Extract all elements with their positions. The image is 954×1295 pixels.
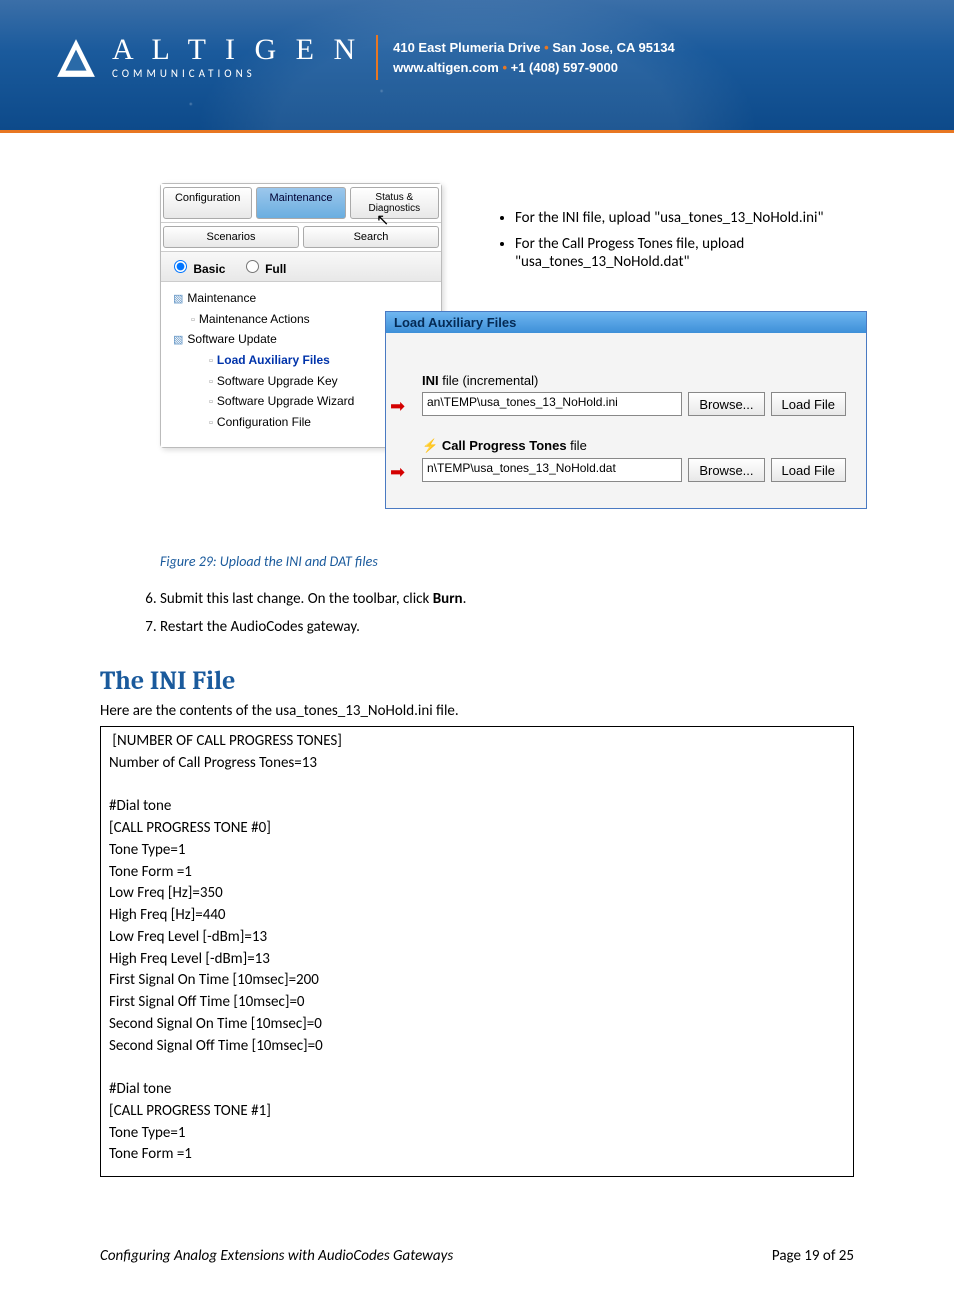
step-6-period: .	[463, 590, 467, 608]
step-6-text: Submit this last change. On the toolbar,…	[160, 590, 433, 608]
ini-load-button[interactable]: Load File	[771, 392, 846, 416]
cpt-bold: Call Progress Tones	[442, 438, 567, 453]
radio-full-label: Full	[265, 262, 286, 276]
figure-29: Configuration Maintenance Status & Diagn…	[100, 183, 854, 543]
tab-configuration[interactable]: Configuration	[163, 187, 252, 219]
aux-panel-title: Load Auxiliary Files	[386, 312, 866, 333]
tab-scenarios[interactable]: Scenarios	[163, 226, 299, 248]
cpt-rest: file	[567, 438, 587, 453]
arrow-icon: ➡	[390, 462, 405, 483]
footer-page: Page 19 of 25	[772, 1247, 854, 1265]
radio-basic-label: Basic	[193, 262, 225, 276]
tree-software-update-label: Software Update	[187, 332, 276, 346]
lightning-icon: ⚡	[422, 438, 438, 453]
figure-caption: Figure 29: Upload the INI and DAT files	[160, 553, 854, 570]
tree-upgrade-wizard-label: Software Upgrade Wizard	[217, 394, 354, 408]
bullet-cpt: For the Call Progess Tones file, upload …	[515, 235, 854, 271]
address-phone: +1 (408) 597-9000	[511, 60, 618, 75]
ini-file-label: INI file (incremental)	[422, 373, 846, 388]
logo-main-text: A L T I G E N	[112, 35, 361, 65]
tab-status-diagnostics[interactable]: Status & Diagnostics	[350, 187, 439, 219]
tree-config-file-label: Configuration File	[217, 415, 311, 429]
bullet-ini: For the INI file, upload "usa_tones_13_N…	[515, 209, 854, 227]
tree-load-aux-label: Load Auxiliary Files	[217, 353, 330, 367]
ini-intro-text: Here are the contents of the usa_tones_1…	[100, 702, 854, 720]
step-7: Restart the AudioCodes gateway.	[160, 618, 854, 636]
logo-sub-text: COMMUNICATIONS	[112, 67, 361, 80]
cpt-file-input[interactable]: n\TEMP\usa_tones_13_NoHold.dat	[422, 458, 682, 482]
tree-maintenance-actions-label: Maintenance Actions	[199, 312, 310, 326]
radio-basic[interactable]: Basic	[169, 262, 225, 276]
ini-code-content: [NUMBER OF CALL PROGRESS TONES] Number o…	[109, 731, 845, 1166]
tab-maintenance[interactable]: Maintenance	[256, 187, 345, 219]
tab-search[interactable]: Search	[303, 226, 439, 248]
address-web: www.altigen.com	[393, 60, 499, 75]
arrow-icon: ➡	[390, 396, 405, 417]
ini-bold: INI	[422, 373, 439, 388]
tree-maintenance-label: Maintenance	[187, 291, 256, 305]
cpt-file-label: ⚡ Call Progress Tones file	[422, 438, 846, 454]
address-street: 410 East Plumeria Drive	[393, 40, 540, 55]
tree-maintenance[interactable]: Maintenance	[169, 288, 433, 309]
address-city: San Jose, CA 95134	[552, 40, 674, 55]
ini-code-box: [NUMBER OF CALL PROGRESS TONES] Number o…	[100, 726, 854, 1177]
cpt-load-button[interactable]: Load File	[771, 458, 846, 482]
instruction-bullets: For the INI file, upload "usa_tones_13_N…	[495, 209, 854, 279]
step-6: Submit this last change. On the toolbar,…	[160, 590, 854, 608]
page-footer: Configuring Analog Extensions with Audio…	[0, 1207, 954, 1295]
numbered-steps: Submit this last change. On the toolbar,…	[100, 590, 854, 636]
cursor-pointer-icon: ↖	[376, 210, 389, 230]
cpt-browse-button[interactable]: Browse...	[688, 458, 764, 482]
footer-title: Configuring Analog Extensions with Audio…	[100, 1247, 453, 1265]
ini-file-heading: The INI File	[100, 666, 854, 696]
header-address: 410 East Plumeria Drive • San Jose, CA 9…	[393, 38, 675, 77]
load-auxiliary-files-panel: Load Auxiliary Files INI file (increment…	[385, 311, 867, 509]
ini-rest: file (incremental)	[439, 373, 539, 388]
logo-icon	[55, 37, 97, 79]
header-banner: A L T I G E N COMMUNICATIONS 410 East Pl…	[0, 0, 954, 133]
ini-browse-button[interactable]: Browse...	[688, 392, 764, 416]
ini-file-input[interactable]: an\TEMP\usa_tones_13_NoHold.ini	[422, 392, 682, 416]
step-6-burn: Burn	[433, 590, 463, 608]
radio-full[interactable]: Full	[241, 262, 287, 276]
tree-upgrade-key-label: Software Upgrade Key	[217, 374, 338, 388]
